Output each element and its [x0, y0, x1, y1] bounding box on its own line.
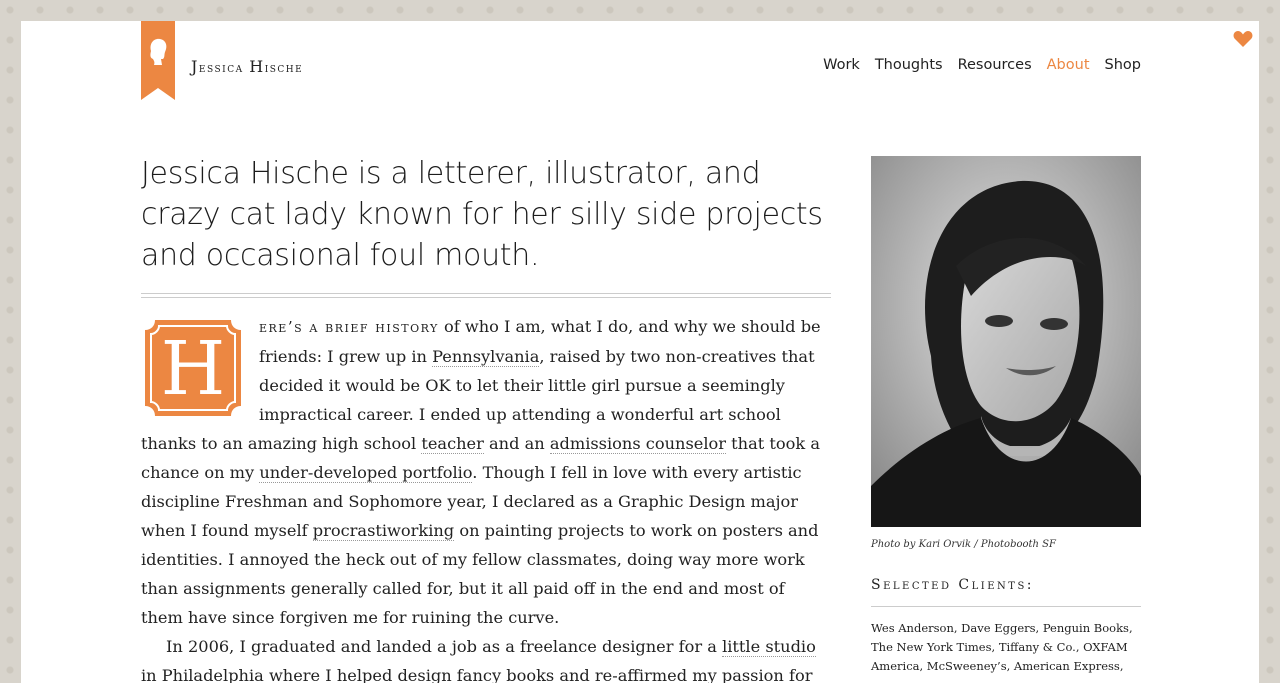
logo-text-first-cap: J [191, 57, 199, 76]
bio-paragraph-1: H ere’s a brief history of who I am, wha… [141, 312, 831, 632]
clients-heading: Selected Clients: [871, 577, 1035, 593]
link-little-studio[interactable]: little studio [722, 637, 816, 657]
portrait-image [871, 156, 1141, 527]
logo-ribbon-icon[interactable] [141, 21, 175, 100]
link-pennsylvania[interactable]: Pennsylvania [432, 347, 540, 367]
logo-text-first-rest: essica [198, 61, 244, 76]
logo-text-last-rest: ische [264, 61, 304, 76]
nav-shop[interactable]: Shop [1105, 57, 1141, 73]
bio-paragraph-2: In 2006, I graduated and landed a job as… [141, 632, 831, 683]
nav-about[interactable]: About [1047, 57, 1090, 73]
bio-text: in Philadelphia where I helped design fa… [141, 666, 813, 683]
main-nav: Work Thoughts Resources About Shop [808, 57, 1141, 73]
photo-caption: Photo by Kari Orvik / Photobooth SF [871, 539, 1056, 550]
nav-work[interactable]: Work [823, 57, 860, 73]
heart-icon[interactable] [1233, 30, 1253, 48]
link-portfolio[interactable]: under-developed portfolio [259, 463, 473, 483]
clients-list: Wes Anderson, Dave Eggers, Penguin Books… [871, 621, 1133, 673]
page-container: Jessica Hische Work Thoughts Resources A… [21, 21, 1259, 683]
bio-text: In 2006, I graduated and landed a job as… [166, 637, 723, 656]
double-divider [141, 293, 831, 298]
portrait-photo [871, 156, 1141, 527]
link-teacher[interactable]: teacher [421, 434, 484, 454]
nav-resources[interactable]: Resources [958, 57, 1032, 73]
bio-body: H ere’s a brief history of who I am, wha… [141, 312, 831, 683]
intro-heading: Jessica Hische is a letterer, illustrato… [141, 156, 823, 273]
nav-thoughts[interactable]: Thoughts [875, 57, 943, 73]
dropcap-h: H [141, 316, 245, 420]
site-logo-name[interactable]: Jessica Hische [191, 57, 303, 76]
logo-text-last-cap: H [249, 57, 265, 76]
link-admissions-counselor[interactable]: admissions counselor [549, 434, 726, 454]
dropcap-letter: H [161, 326, 226, 412]
clients-divider [871, 606, 1141, 607]
bio-text: and an [483, 434, 550, 453]
link-procrastiworking[interactable]: procrastiworking [312, 521, 455, 541]
lead-smallcaps: ere’s a brief history [259, 318, 439, 336]
dropcap-frame-icon: H [145, 320, 241, 416]
